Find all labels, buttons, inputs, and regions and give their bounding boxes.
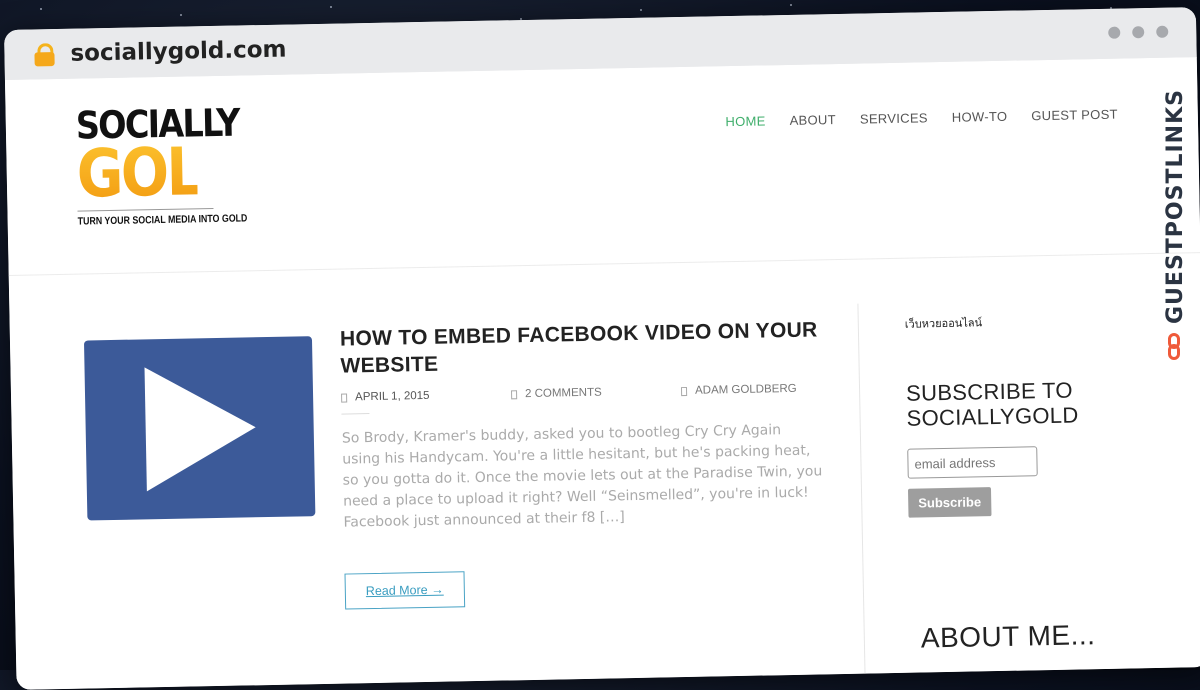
- post-card: HOW TO EMBED FACEBOOK VIDEO ON YOUR WEBS…: [340, 316, 825, 610]
- subscribe-button[interactable]: Subscribe: [907, 487, 992, 518]
- window-dot-icon[interactable]: [1156, 25, 1169, 38]
- post-date: APRIL 1, 2015: [341, 388, 511, 403]
- sidebar-divider: [857, 303, 866, 684]
- lock-icon: [34, 43, 55, 67]
- post-comments-text: 2 COMMENTS: [524, 386, 602, 401]
- browser-window: sociallygold.com SOCIALLY GOLD TURN YOUR…: [4, 7, 1200, 690]
- play-icon: [144, 365, 257, 492]
- meta-separator: [341, 413, 370, 415]
- main-nav: HOME ABOUT SERVICES HOW-TO GUEST POST: [725, 107, 1118, 130]
- post-title[interactable]: HOW TO EMBED FACEBOOK VIDEO ON YOUR WEBS…: [340, 316, 821, 379]
- web-page: SOCIALLY GOLD TURN YOUR SOCIAL MEDIA INT…: [4, 57, 1200, 690]
- guestpostlinks-watermark: GUESTPOSTLINKS: [1158, 60, 1192, 360]
- nav-item-services[interactable]: SERVICES: [860, 110, 928, 126]
- site-logo[interactable]: SOCIALLY GOLD TURN YOUR SOCIAL MEDIA INT…: [75, 101, 248, 247]
- post-author-text: ADAM GOLDBERG: [694, 382, 797, 397]
- post-excerpt: So Brody, Kramer's buddy, asked you to b…: [341, 422, 823, 531]
- logo-line2: GOLD: [76, 132, 246, 213]
- nav-item-guest-post[interactable]: GUEST POST: [1031, 107, 1118, 124]
- sidebar-link-thai[interactable]: เว็บหวยออนไลน์: [905, 310, 1155, 333]
- post-thumbnail[interactable]: [83, 336, 316, 521]
- logo-tagline: TURN YOUR SOCIAL MEDIA INTO GOLD: [77, 212, 248, 228]
- calendar-icon: [341, 392, 348, 403]
- post-author[interactable]: ADAM GOLDBERG: [680, 382, 797, 397]
- url-text[interactable]: sociallygold.com: [70, 37, 287, 67]
- window-dot-icon[interactable]: [1108, 26, 1121, 39]
- watermark-text: GUESTPOSTLINKS: [1162, 89, 1188, 324]
- about-title: ABOUT ME...: [920, 619, 1096, 654]
- nav-item-about[interactable]: ABOUT: [789, 112, 836, 128]
- subscribe-title: SUBSCRIBE TO SOCIALLYGOLD: [905, 377, 1079, 431]
- nav-item-how-to[interactable]: HOW-TO: [952, 109, 1008, 125]
- read-more-button[interactable]: Read More →: [344, 571, 465, 610]
- user-icon: [680, 386, 688, 396]
- comment-icon: [511, 389, 518, 399]
- window-dot-icon[interactable]: [1132, 26, 1145, 39]
- post-date-text: APRIL 1, 2015: [355, 389, 430, 404]
- post-meta: APRIL 1, 2015 2 COMMENTS ADAM GOLDBERG: [341, 382, 821, 403]
- sidebar: เว็บหวยออนไลน์ SUBSCRIBE TO SOCIALLYGOLD…: [905, 310, 1159, 518]
- nav-item-home[interactable]: HOME: [725, 113, 765, 129]
- post-comments[interactable]: 2 COMMENTS: [511, 385, 681, 400]
- site-header: SOCIALLY GOLD TURN YOUR SOCIAL MEDIA INT…: [4, 57, 1200, 276]
- chain-link-icon: [1168, 332, 1182, 360]
- window-controls: [1108, 25, 1169, 39]
- email-field[interactable]: [907, 446, 1038, 479]
